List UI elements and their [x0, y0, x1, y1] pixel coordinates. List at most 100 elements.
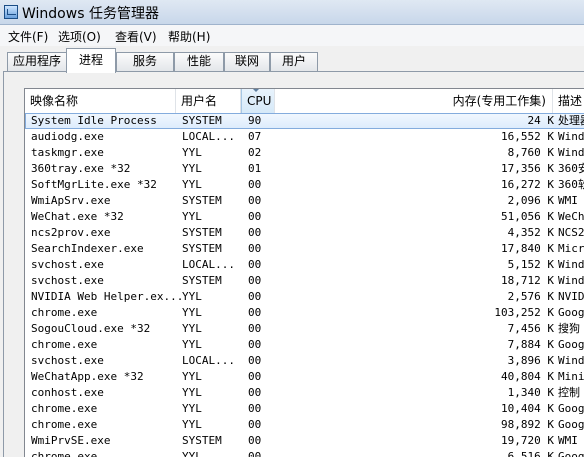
process-description: Windo: [558, 274, 584, 287]
process-cpu: 00: [248, 434, 262, 447]
process-row[interactable]: conhost.exe YYL 00 1,340 K 控制: [25, 385, 584, 401]
tab-processes[interactable]: 进程: [66, 48, 116, 73]
process-row[interactable]: WmiApSrv.exe SYSTEM 00 2,096 K WMI P: [25, 193, 584, 209]
process-memory: 19,720 K: [501, 434, 554, 447]
process-memory: 7,884 K: [507, 338, 554, 351]
process-image-name: WmiPrvSE.exe: [31, 434, 111, 447]
column-header-description[interactable]: 描述: [553, 89, 584, 113]
tab-networking[interactable]: 联网: [224, 52, 270, 71]
process-row[interactable]: WmiPrvSE.exe SYSTEM 00 19,720 K WMI P: [25, 433, 584, 449]
process-description: Micro: [558, 242, 584, 255]
window-title: Windows 任务管理器: [22, 6, 159, 22]
process-description: NCS2: [558, 226, 584, 239]
process-user-name: YYL: [182, 338, 202, 351]
column-header-cpu[interactable]: CPU: [241, 89, 275, 113]
process-cpu: 00: [248, 450, 262, 457]
tab-applications[interactable]: 应用程序: [7, 52, 67, 71]
tab-services[interactable]: 服务: [116, 52, 174, 71]
process-image-name: chrome.exe: [31, 306, 98, 319]
process-memory: 10,404 K: [501, 402, 554, 415]
process-user-name: YYL: [182, 290, 202, 303]
process-description: Windows: [558, 130, 584, 143]
process-row[interactable]: NVIDIA Web Helper.ex...YYL 00 2,576 K NVIDI: [25, 289, 584, 305]
process-cpu: 00: [248, 274, 262, 287]
process-cpu: 00: [248, 354, 262, 367]
process-cpu: 00: [248, 322, 262, 335]
process-row[interactable]: svchost.exe SYSTEM 00 18,712 K Windo: [25, 273, 584, 289]
menu-view[interactable]: 查看(V): [115, 28, 157, 45]
process-image-name: conhost.exe: [31, 386, 104, 399]
process-row[interactable]: WeChatApp.exe *32 YYL 00 40,804 K Mini: [25, 369, 584, 385]
process-row[interactable]: chrome.exe YYL 00 6,516 K Googl: [25, 449, 584, 457]
menu-file[interactable]: 文件(F): [8, 28, 48, 45]
process-row[interactable]: 360tray.exe *32 YYL 01 17,356 K 360安: [25, 161, 584, 177]
process-cpu: 00: [248, 210, 262, 223]
process-row[interactable]: SogouCloud.exe *32 YYL 00 7,456 K 搜狗: [25, 321, 584, 337]
process-memory: 17,356 K: [501, 162, 554, 175]
process-image-name: chrome.exe: [31, 338, 98, 351]
process-cpu: 90: [248, 114, 262, 127]
process-description: 360安: [558, 162, 584, 175]
process-user-name: SYSTEM: [182, 114, 222, 127]
process-row[interactable]: chrome.exe YYL 00 98,892 K Googl: [25, 417, 584, 433]
process-cpu: 00: [248, 306, 262, 319]
process-image-name: NVIDIA Web Helper.ex...: [31, 290, 181, 303]
sort-descending-icon: [252, 89, 260, 92]
process-image-name: chrome.exe: [31, 402, 98, 415]
process-description: Googl: [558, 402, 584, 415]
process-memory: 2,096 K: [507, 194, 554, 207]
process-description: Windo: [558, 354, 584, 367]
process-description: Windo: [558, 258, 584, 271]
process-image-name: ncs2prov.exe: [31, 226, 111, 239]
process-memory: 40,804 K: [501, 370, 554, 383]
process-description: WeCha: [558, 210, 584, 223]
menu-help[interactable]: 帮助(H): [168, 28, 210, 45]
process-user-name: SYSTEM: [182, 194, 222, 207]
process-image-name: svchost.exe: [31, 354, 104, 367]
process-cpu: 00: [248, 402, 262, 415]
process-memory: 18,712 K: [501, 274, 554, 287]
process-row[interactable]: svchost.exe LOCAL... 00 5,152 K Windo: [25, 257, 584, 273]
process-description: Googl: [558, 306, 584, 319]
process-row[interactable]: ncs2prov.exe SYSTEM 00 4,352 K NCS2: [25, 225, 584, 241]
process-memory: 5,152 K: [507, 258, 554, 271]
process-user-name: YYL: [182, 450, 202, 457]
process-row[interactable]: taskmgr.exe YYL 02 8,760 K Windows: [25, 145, 584, 161]
process-cpu: 00: [248, 370, 262, 383]
column-header-image-name[interactable]: 映像名称: [25, 89, 176, 113]
process-cpu: 00: [248, 258, 262, 271]
process-row[interactable]: audiodg.exe LOCAL... 07 16,552 K Windows: [25, 129, 584, 145]
process-row[interactable]: chrome.exe YYL 00 10,404 K Googl: [25, 401, 584, 417]
process-user-name: YYL: [182, 306, 202, 319]
process-memory: 3,896 K: [507, 354, 554, 367]
column-header-memory[interactable]: 内存(专用工作集): [275, 89, 553, 113]
process-row[interactable]: System Idle Process SYSTEM 90 24 K处理器: [25, 113, 584, 129]
process-row[interactable]: WeChat.exe *32 YYL 00 51,056 K WeCha: [25, 209, 584, 225]
tab-performance[interactable]: 性能: [174, 52, 224, 71]
process-row[interactable]: SearchIndexer.exe SYSTEM 00 17,840 K Micro: [25, 241, 584, 257]
process-row[interactable]: chrome.exe YYL 00 7,884 K Googl: [25, 337, 584, 353]
process-description: WMI P: [558, 434, 584, 447]
process-memory: 8,760 K: [507, 146, 554, 159]
process-user-name: SYSTEM: [182, 434, 222, 447]
process-image-name: WeChat.exe *32: [31, 210, 124, 223]
process-row[interactable]: chrome.exe YYL 00 103,252 K Googl: [25, 305, 584, 321]
process-memory: 51,056 K: [501, 210, 554, 223]
process-image-name: SearchIndexer.exe: [31, 242, 144, 255]
process-cpu: 00: [248, 178, 262, 191]
process-memory: 17,840 K: [501, 242, 554, 255]
tab-users[interactable]: 用户: [270, 52, 318, 71]
process-cpu: 00: [248, 290, 262, 303]
process-user-name: YYL: [182, 146, 202, 159]
process-user-name: YYL: [182, 370, 202, 383]
process-list[interactable]: 映像名称 用户名 CPU 内存(专用工作集) 描述 System Idle Pr…: [24, 88, 584, 457]
process-row[interactable]: svchost.exe LOCAL... 00 3,896 K Windo: [25, 353, 584, 369]
process-row[interactable]: SoftMgrLite.exe *32 YYL 00 16,272 K 360软: [25, 177, 584, 193]
process-user-name: YYL: [182, 162, 202, 175]
process-cpu: 00: [248, 338, 262, 351]
process-memory: 16,552 K: [501, 130, 554, 143]
process-user-name: SYSTEM: [182, 274, 222, 287]
process-description: Googl: [558, 450, 584, 457]
column-header-user-name[interactable]: 用户名: [176, 89, 241, 113]
menu-options[interactable]: 选项(O): [58, 28, 101, 45]
